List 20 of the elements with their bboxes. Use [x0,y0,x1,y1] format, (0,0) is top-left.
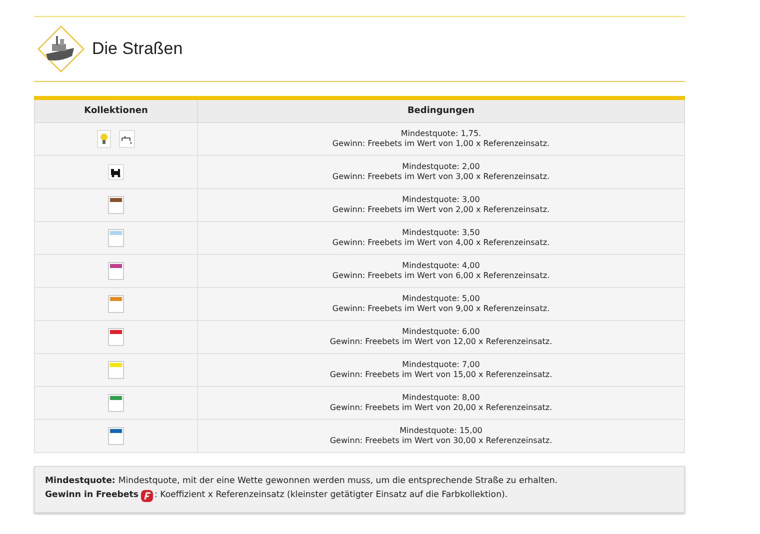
legend-text: Mindestquote, mit der eine Wette gewonnen werden muss, um die entsprechende Straße zu erhalten. [118,475,558,488]
legend-term: Mindestquote: [45,475,116,488]
lightbulb-icon [97,130,111,148]
freebet-badge-icon [141,490,154,502]
condition-text: Mindestquote: 2,00 Gewinn: Freebets im Wert von 3,00 x Referenzeinsatz. [331,162,551,182]
condition-text: Mindestquote: 1,75. Gewinn: Freebets im Wert von 1,00 x Referenzeinsatz. [331,129,551,149]
condition-text: Mindestquote: 5,00 Gewinn: Freebets im Wert von 9,00 x Referenzeinsatz. [331,294,551,314]
column-header: Bedingungen [198,98,684,122]
condition-text: Mindestquote: 6,00 Gewinn: Freebets im Wert von 12,00 x Referenzeinsatz. [328,327,554,347]
section-title: Die Straßen [92,39,183,59]
condition-text: Mindestquote: 7,00 Gewinn: Freebets im Wert von 15,00 x Referenzeinsatz. [328,360,554,380]
locomotive-icon [108,164,124,180]
legend-text: : Koeffizient x Referenzeinsatz (kleinster getätigter Einsatz auf die Farbkollektion). [154,488,508,502]
condition-text: Mindestquote: 3,00 Gewinn: Freebets im Wert von 2,00 x Referenzeinsatz. [331,195,551,215]
condition-text: Mindestquote: 15,00 Gewinn: Freebets im Wert von 30,00 x Referenzeinsatz. [328,426,554,446]
condition-text: Mindestquote: 4,00 Gewinn: Freebets im Wert von 6,00 x Referenzeinsatz. [331,261,551,281]
legend-term: Gewinn in Freebets [45,488,138,502]
column-header: Kollektionen [34,98,198,122]
condition-text: Mindestquote: 3,50 Gewinn: Freebets im Wert von 4,00 x Referenzeinsatz. [331,228,551,248]
condition-text: Mindestquote: 8,00 Gewinn: Freebets im Wert von 20,00 x Referenzeinsatz. [328,393,554,413]
